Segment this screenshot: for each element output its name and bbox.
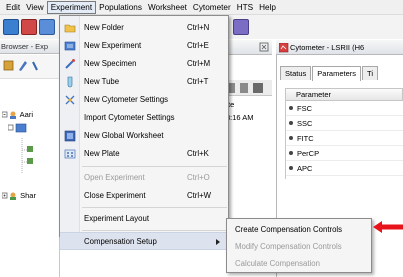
annotation-arrow-shape <box>373 221 403 233</box>
submenu-arrow-icon <box>216 239 220 245</box>
menu-item-experiment-layout[interactable]: Experiment Layout <box>60 210 228 228</box>
annotation-arrow-icon <box>373 221 403 233</box>
browser-toolbar-icons[interactable] <box>0 55 60 77</box>
cytometer-panel-title: Cytometer - LSRII (H6 <box>276 40 403 55</box>
tree-branch <box>20 138 50 180</box>
global-worksheet-icon <box>64 130 76 142</box>
cytometer-settings-icon <box>65 95 75 105</box>
menu-separator <box>82 166 227 167</box>
tree-item-sub[interactable] <box>7 123 28 135</box>
parameter-name: PerCP <box>297 148 320 158</box>
plate-icon <box>64 149 76 159</box>
parameter-row[interactable]: FITC <box>286 131 403 146</box>
menu-separator <box>82 207 227 208</box>
tree-item-shar[interactable]: Shar <box>1 191 36 201</box>
tree-lines-icon <box>21 138 33 174</box>
parameter-row[interactable]: APC <box>286 161 403 176</box>
menu-item-new-cytometer-settings[interactable]: New Cytometer Settings <box>60 91 228 109</box>
menu-populations[interactable]: Populations <box>96 1 145 14</box>
submenu-item-calculate-compensation[interactable]: Calculate Compensation <box>227 255 371 272</box>
menu-item-new-specimen[interactable]: New Specimen Ctrl+M <box>60 55 228 73</box>
experiment-menu: New Folder Ctrl+N New Experiment Ctrl+E … <box>59 15 229 250</box>
tube-icon <box>67 76 73 88</box>
tree-item-aari[interactable]: Aari <box>1 110 34 120</box>
bullet-icon <box>289 136 293 140</box>
menu-item-new-tube[interactable]: New Tube Ctrl+T <box>60 73 228 91</box>
menu-bar: Edit View Experiment Populations Workshe… <box>0 0 403 15</box>
compensation-submenu: Create Compensation Controls Modify Comp… <box>226 218 372 273</box>
menu-edit[interactable]: Edit <box>3 1 23 14</box>
experiment-icon <box>64 41 76 51</box>
menu-item-import-cytometer-settings[interactable]: Import Cytometer Settings <box>60 109 228 127</box>
tab-status[interactable]: Status <box>280 66 312 80</box>
menu-item-close-experiment[interactable]: Close Experiment Ctrl+W <box>60 187 228 205</box>
browser-panel-title: Browser - Exp <box>0 40 62 54</box>
toolbar-worksheet-icon[interactable] <box>233 19 249 35</box>
tab-threshold[interactable]: Ti <box>362 66 379 80</box>
center-toolbar <box>222 80 272 96</box>
menu-item-new-global-worksheet[interactable]: New Global Worksheet <box>60 127 228 145</box>
cytometer-icon <box>279 43 289 53</box>
shared-folder-icon <box>1 192 16 201</box>
parameter-row[interactable]: PerCP <box>286 146 403 161</box>
toolbar-inspector-icon[interactable] <box>39 19 55 35</box>
parameter-name: FSC <box>297 103 312 113</box>
menu-item-open-experiment[interactable]: Open Experiment Ctrl+O <box>60 169 228 187</box>
submenu-item-modify-compensation-controls[interactable]: Modify Compensation Controls <box>227 238 371 255</box>
parameter-name: APC <box>297 163 313 173</box>
tree-item-label: Aari <box>19 110 34 119</box>
toolbar-cytometer-icon[interactable] <box>21 19 37 35</box>
menu-item-new-folder[interactable]: New Folder Ctrl+N <box>60 19 228 37</box>
parameter-name: SSC <box>297 118 313 128</box>
tab-parameters[interactable]: Parameters <box>312 66 362 81</box>
parameter-row[interactable]: FSC <box>286 101 403 116</box>
parameter-column-header[interactable]: Parameter <box>285 88 403 101</box>
specimen-icon <box>65 59 75 69</box>
parameter-name: FITC <box>297 133 314 143</box>
tree-item-label: Shar <box>20 191 36 200</box>
menu-cytometer[interactable]: Cytometer <box>190 1 234 14</box>
bullet-icon <box>289 106 293 110</box>
menu-worksheet[interactable]: Worksheet <box>145 1 190 14</box>
menu-view[interactable]: View <box>23 1 47 14</box>
menu-experiment[interactable]: Experiment <box>46 0 97 14</box>
user-folder-icon <box>1 111 16 120</box>
center-toolbar-icons[interactable] <box>222 80 272 96</box>
parameter-row[interactable]: SSC <box>286 116 403 131</box>
menu-separator <box>82 230 227 231</box>
folder-icon <box>64 24 76 33</box>
bullet-icon <box>289 151 293 155</box>
toolbar-browser-icon[interactable] <box>3 19 19 35</box>
bullet-icon <box>289 166 293 170</box>
menu-item-new-plate[interactable]: New Plate Ctrl+K <box>60 145 228 163</box>
tree-expand-icon <box>7 123 27 133</box>
center-panel-title <box>222 40 272 55</box>
menu-item-new-experiment[interactable]: New Experiment Ctrl+E <box>60 37 228 55</box>
browser-panel-toolbar <box>0 55 62 79</box>
parameter-list: FSC SSC FITC PerCP APC <box>285 101 403 179</box>
center-close-icon[interactable] <box>222 40 272 55</box>
menu-item-compensation-setup[interactable]: Compensation Setup <box>60 232 228 250</box>
bullet-icon <box>289 121 293 125</box>
menu-help[interactable]: Help <box>256 1 279 14</box>
submenu-item-create-compensation-controls[interactable]: Create Compensation Controls <box>227 221 371 238</box>
menu-hts[interactable]: HTS <box>234 1 256 14</box>
center-time-value: 8:16 AM <box>226 113 254 122</box>
cytometer-tabs: Status Parameters Ti <box>280 66 379 81</box>
